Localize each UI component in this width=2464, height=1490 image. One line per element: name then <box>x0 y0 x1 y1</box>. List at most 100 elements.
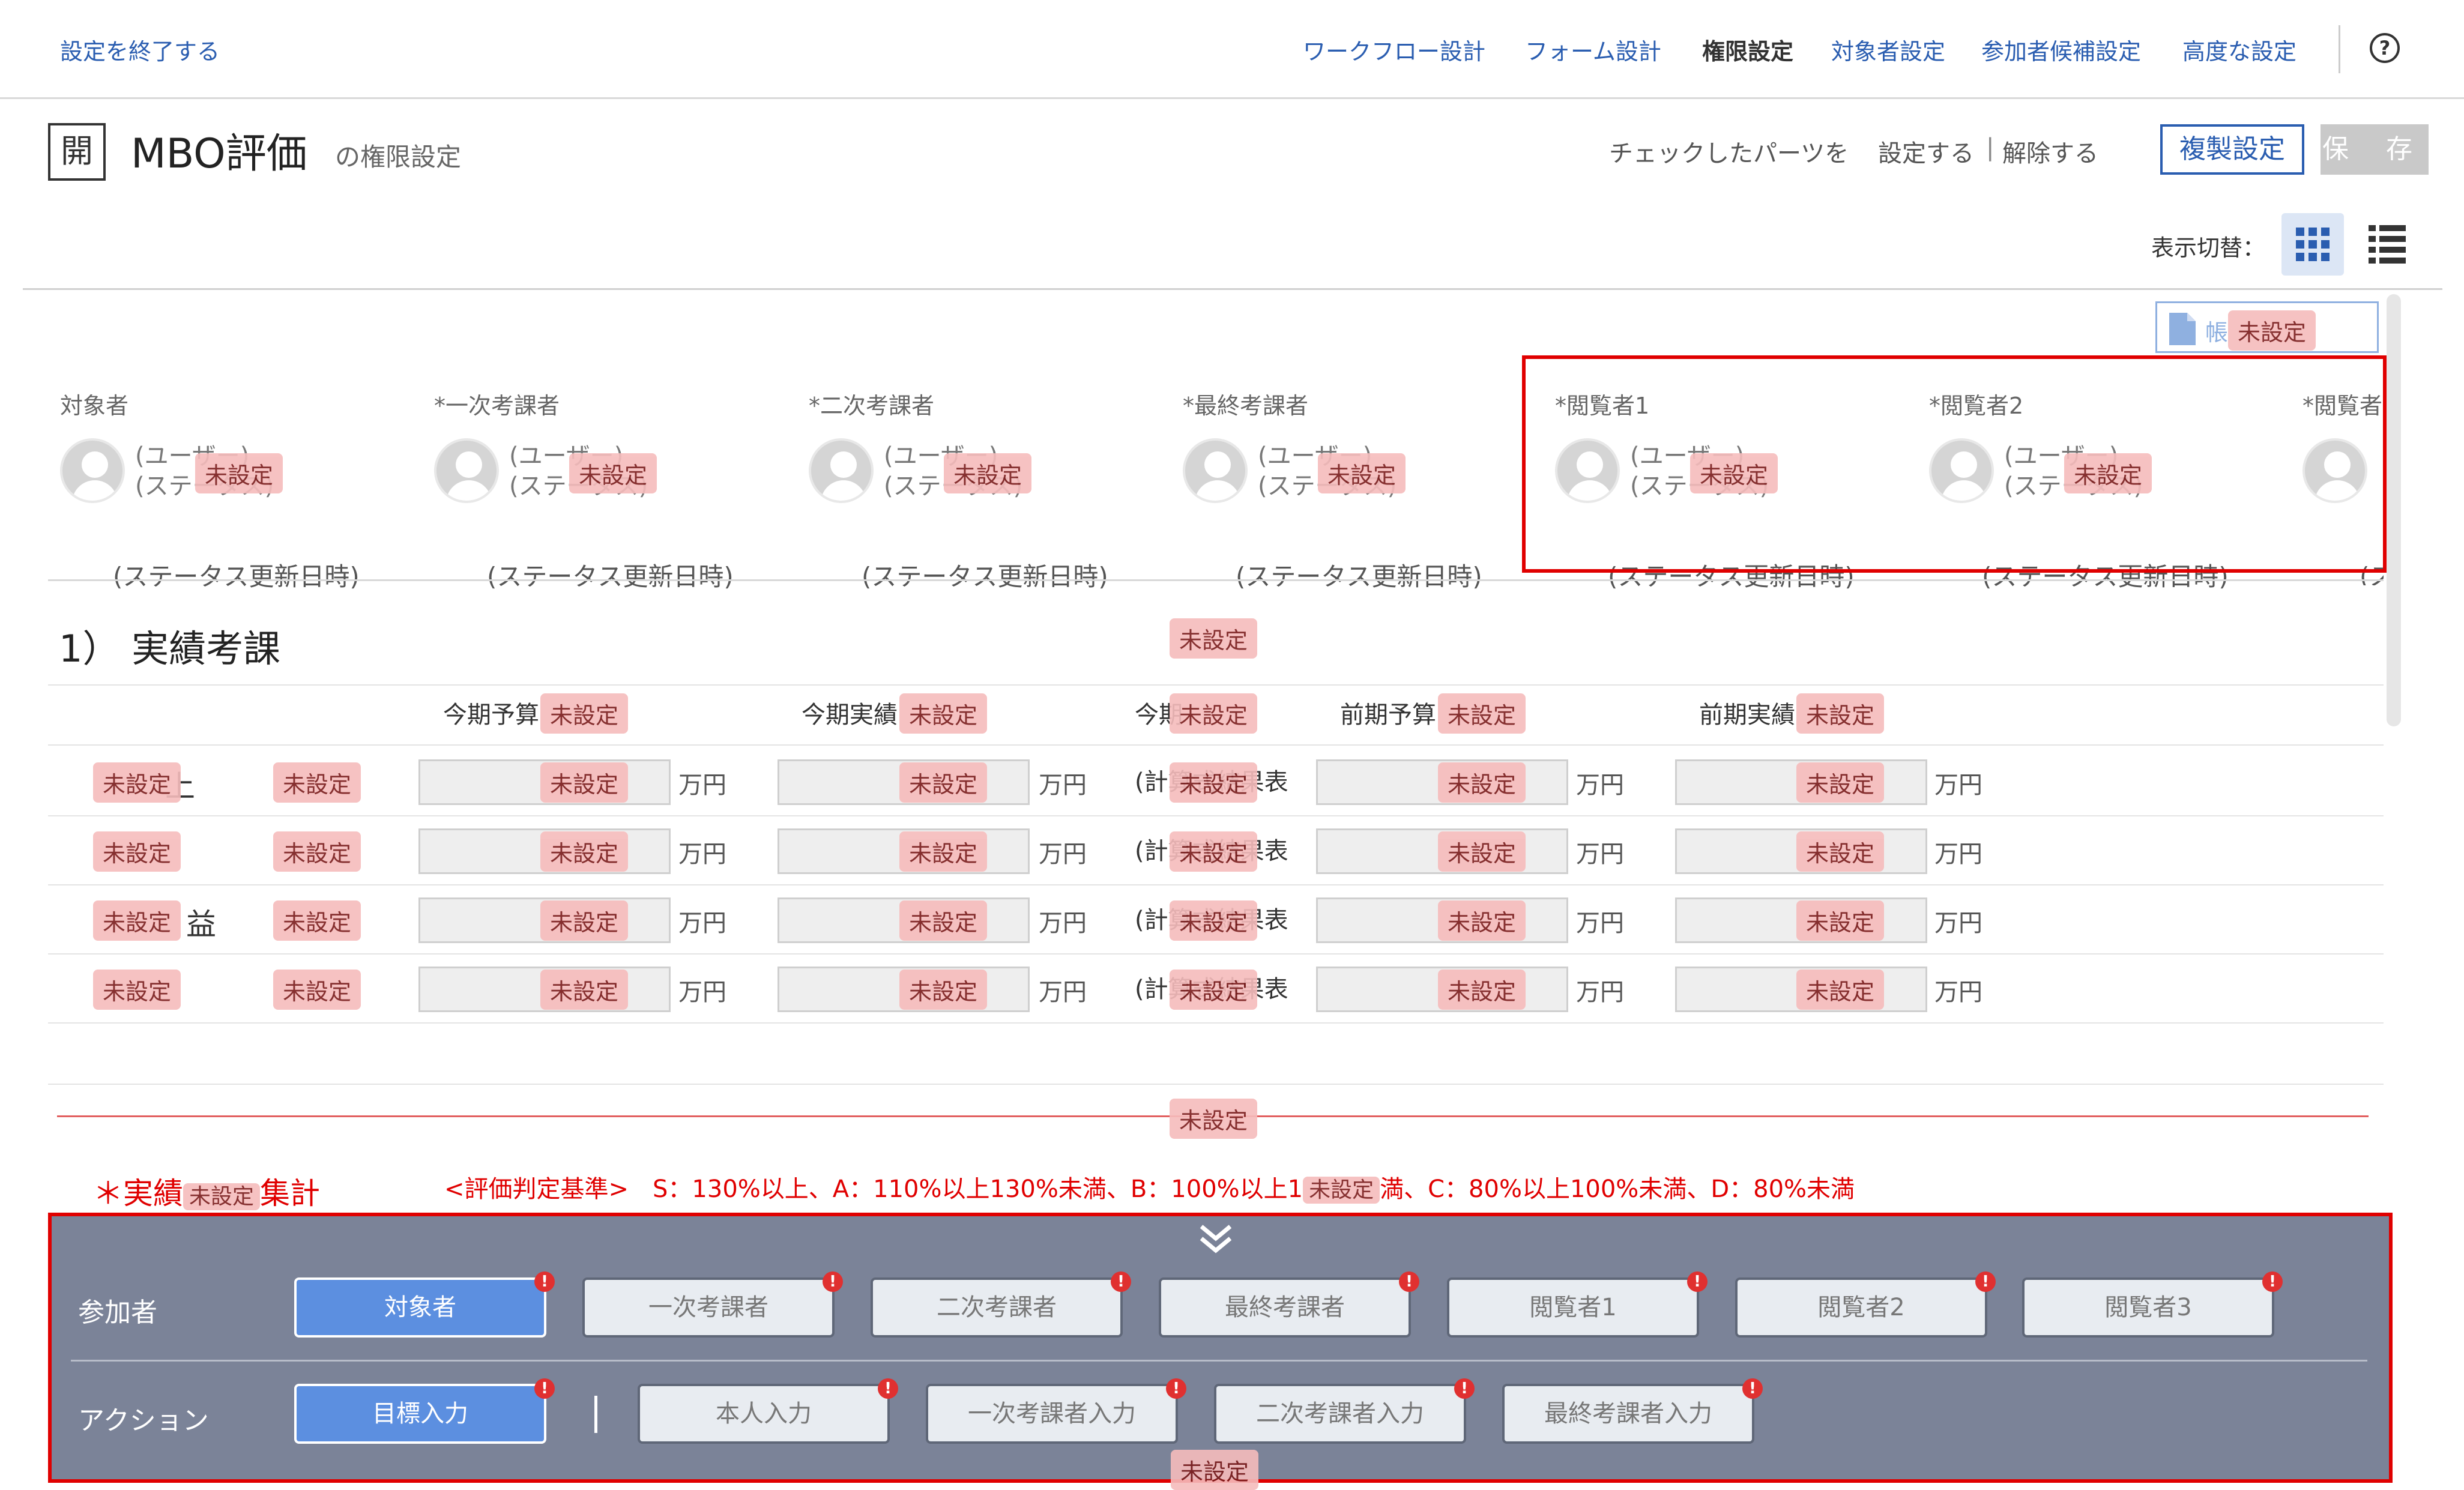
column-header-current-budget: 今期予算 <box>443 701 539 729</box>
table-line <box>48 953 2384 955</box>
copy-settings-button[interactable]: 複製設定 <box>2160 124 2304 175</box>
unit-label: 万円 <box>678 909 726 937</box>
unit-label: 万円 <box>1576 771 1624 799</box>
nav-advanced-settings[interactable]: 高度な設定 <box>2182 33 2296 66</box>
unit-label: 万円 <box>1039 909 1087 937</box>
set-link[interactable]: 設定する <box>1878 134 1974 169</box>
unit-label: 万円 <box>1934 909 1982 937</box>
exit-settings-link[interactable]: 設定を終了する <box>60 33 220 66</box>
unset-badge: 未設定 <box>195 453 283 493</box>
table-line <box>48 815 2384 816</box>
vertical-scrollbar[interactable] <box>2387 294 2401 726</box>
unset-badge: 未設定 <box>1170 693 1258 734</box>
unset-badge: 未設定 <box>1170 970 1258 1010</box>
unit-label: 万円 <box>678 979 726 1006</box>
unset-badge: 未設定 <box>183 1183 261 1210</box>
unset-badge: 未設定 <box>1796 693 1885 734</box>
row-label: 益 <box>186 907 216 942</box>
unset-badge: 未設定 <box>899 693 988 734</box>
unset-link[interactable]: 解除する <box>2002 134 2098 169</box>
unit-label: 万円 <box>1576 840 1624 868</box>
header-divider <box>23 288 2442 290</box>
unset-badge: 未設定 <box>2228 310 2316 351</box>
unset-badge: 未設定 <box>1303 1177 1380 1204</box>
evaluation-label-prefix: ＊実績 <box>93 1176 183 1211</box>
view-toggle-label: 表示切替： <box>2151 235 2266 261</box>
highlight-frame-panel <box>48 1213 2393 1483</box>
unset-badge: 未設定 <box>93 762 181 803</box>
unit-label: 万円 <box>1039 979 1087 1006</box>
unset-badge: 未設定 <box>1438 970 1526 1010</box>
unset-badge: 未設定 <box>1796 970 1885 1010</box>
participant-role: *最終考課者 <box>1183 393 1309 419</box>
unset-badge: 未設定 <box>1170 618 1258 659</box>
unset-badge: 未設定 <box>273 970 361 1010</box>
checked-parts-text: チェックしたパーツを <box>1609 140 1849 167</box>
table-line <box>48 1084 2384 1085</box>
highlight-frame-viewers <box>1522 355 2387 573</box>
unset-badge: 未設定 <box>1171 1450 1259 1490</box>
unset-badge: 未設定 <box>1318 453 1406 493</box>
avatar-icon <box>1183 438 1248 503</box>
unset-badge: 未設定 <box>1170 831 1258 872</box>
unit-label: 万円 <box>1934 840 1982 868</box>
unset-badge: 未設定 <box>93 900 181 941</box>
save-button[interactable]: 保 存 <box>2321 124 2429 175</box>
unset-badge: 未設定 <box>1170 1099 1258 1139</box>
nav-form-design[interactable]: フォーム設計 <box>1525 33 1661 66</box>
participant-first-evaluator: *一次考課者 (ユーザー) (ステータス) 未設定 (ステータス更新日時) <box>434 387 794 591</box>
unit-label: 万円 <box>1576 909 1624 937</box>
list-view-icon[interactable] <box>2363 219 2411 267</box>
document-button[interactable]: 帳 未設定 <box>2155 301 2379 353</box>
criteria-text-a: <評価判定基準> S：130%以上、A：110%以上130%未満、B：100%以… <box>444 1175 1303 1203</box>
nav-target-settings[interactable]: 対象者設定 <box>1831 33 1945 66</box>
participant-status-date: (ステータス更新日時) <box>487 562 734 591</box>
unset-badge: 未設定 <box>899 970 988 1010</box>
nav-workflow-design[interactable]: ワークフロー設計 <box>1303 33 1485 66</box>
unset-badge: 未設定 <box>1438 900 1526 941</box>
unit-label: 万円 <box>1039 840 1087 868</box>
unset-badge: 未設定 <box>1438 762 1526 803</box>
participant-target: 対象者 (ユーザー) (ステータス) 未設定 (ステータス更新日時) <box>60 387 420 591</box>
participant-role: *一次考課者 <box>434 393 560 419</box>
unset-badge: 未設定 <box>540 693 629 734</box>
document-button-label: 帳 <box>2205 319 2229 346</box>
unset-badge: 未設定 <box>1170 900 1258 941</box>
form-title: MBO評価 <box>131 130 307 178</box>
open-badge: 開 <box>48 123 106 181</box>
nav-candidate-settings[interactable]: 参加者候補設定 <box>1981 33 2141 66</box>
participant-status-date: (ステータス更新日時) <box>862 562 1108 591</box>
unset-badge: 未設定 <box>540 900 629 941</box>
unset-badge: 未設定 <box>540 762 629 803</box>
unset-badge: 未設定 <box>1796 762 1885 803</box>
unset-badge: 未設定 <box>569 453 657 493</box>
unset-badge: 未設定 <box>273 831 361 872</box>
unset-badge: 未設定 <box>93 970 181 1010</box>
avatar-icon <box>434 438 499 503</box>
unset-badge: 未設定 <box>1438 831 1526 872</box>
unit-label: 万円 <box>678 840 726 868</box>
nav-divider <box>2339 25 2340 73</box>
table-line <box>48 684 2384 686</box>
nav-permission-settings[interactable]: 権限設定 <box>1702 33 1793 66</box>
unset-badge: 未設定 <box>1796 900 1885 941</box>
unset-badge: 未設定 <box>899 831 988 872</box>
unset-badge: 未設定 <box>1438 693 1526 734</box>
avatar-icon <box>60 438 125 503</box>
participant-role: *二次考課者 <box>809 393 935 419</box>
grid-view-icon[interactable] <box>2281 213 2344 276</box>
table-line <box>48 1022 2384 1024</box>
column-header-previous-actual: 前期実績 <box>1699 701 1795 729</box>
unit-label: 万円 <box>1039 771 1087 799</box>
participants-divider <box>48 579 2384 581</box>
unit-label: 万円 <box>1576 979 1624 1006</box>
unit-label: 万円 <box>1934 771 1982 799</box>
help-icon[interactable]: ? <box>2370 33 2400 63</box>
form-title-suffix: の権限設定 <box>335 142 462 172</box>
unit-label: 万円 <box>678 771 726 799</box>
table-line <box>48 744 2384 746</box>
unset-badge: 未設定 <box>1796 831 1885 872</box>
unset-badge: 未設定 <box>93 831 181 872</box>
participant-second-evaluator: *二次考課者 (ユーザー) (ステータス) 未設定 (ステータス更新日時) <box>809 387 1169 591</box>
participant-role: 対象者 <box>60 393 129 419</box>
